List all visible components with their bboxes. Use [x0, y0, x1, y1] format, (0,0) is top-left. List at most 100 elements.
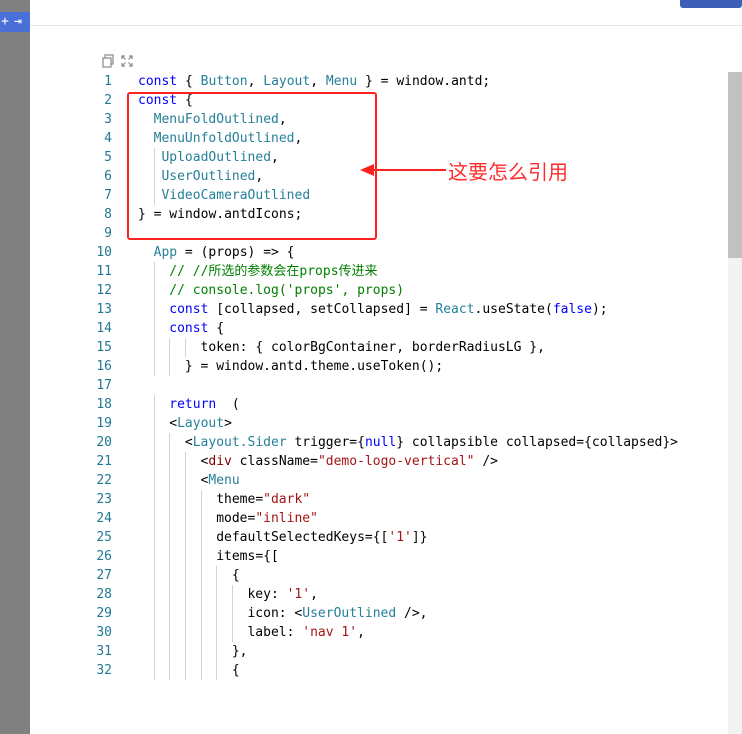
top-action-button[interactable]	[680, 0, 742, 8]
code-token: <	[184, 435, 193, 450]
indent-guide	[153, 414, 155, 433]
line-number: 7	[104, 188, 112, 203]
line-number: 17	[96, 378, 112, 393]
code-text: theme="dark"	[216, 490, 310, 509]
code-line: 18 return (	[82, 395, 722, 414]
indent-guide	[153, 281, 155, 300]
code-line: 31},	[82, 642, 722, 661]
line-number: 22	[96, 473, 112, 488]
highlight-box	[127, 92, 377, 240]
line-number: 14	[96, 321, 112, 336]
indent-guide	[216, 623, 218, 642]
code-token: Layout	[263, 74, 311, 89]
code-token: Layout	[177, 416, 225, 431]
code-token: />	[474, 454, 498, 469]
indent-guide	[169, 661, 171, 680]
indent-guide	[169, 357, 171, 376]
code-token: token: { colorBgContainer, borderRadiusL…	[200, 340, 545, 355]
code-token: = (props) => {	[177, 245, 295, 260]
code-token: />,	[396, 606, 428, 621]
code-line: 24 mode="inline"	[82, 509, 722, 528]
code-token: "demo-logo-vertical"	[317, 454, 475, 469]
code-line: 13 const [collapsed, setCollapsed] = Reac…	[82, 300, 722, 319]
code-token: {	[177, 74, 201, 89]
code-text: // //所选的参数会在props传进来	[169, 262, 377, 281]
code-line: 10 App = (props) => {	[82, 243, 722, 262]
code-text: key: '1',	[247, 585, 317, 604]
code-text: },	[232, 642, 248, 661]
indent-guide	[184, 585, 186, 604]
code-text: <Menu	[201, 471, 240, 490]
indent-guide	[169, 433, 171, 452]
code-token: items={[	[216, 549, 279, 564]
code-token: defaultSelectedKeys={[	[216, 530, 389, 545]
indent-guide	[200, 585, 202, 604]
code-token: } collapsible collapsed={collapsed}>	[396, 435, 679, 450]
code-text: icon: <UserOutlined />,	[247, 604, 427, 623]
indent-guide	[153, 452, 155, 471]
code-token: UserOutlined	[302, 606, 397, 621]
code-line: 1 const { Button, Layout, Menu } = window…	[82, 72, 722, 91]
indent-guide	[153, 509, 155, 528]
code-text: label: 'nav 1',	[247, 623, 364, 642]
code-line: 26 items={[	[82, 547, 722, 566]
indent-guide	[153, 338, 155, 357]
code-token: key:	[247, 587, 287, 602]
indent-guide	[184, 566, 186, 585]
code-text: <Layout.Sider trigger={null} collapsible…	[185, 433, 678, 452]
code-token: "dark"	[263, 492, 311, 507]
code-text: <Layout>	[169, 414, 232, 433]
code-token: Menu	[208, 473, 240, 488]
indent-guide	[169, 509, 171, 528]
code-text: defaultSelectedKeys={['1']}	[216, 528, 427, 547]
code-text: {	[232, 661, 240, 680]
code-token: } = window.antd;	[357, 74, 491, 89]
indent-guide	[153, 300, 155, 319]
indent-guide	[153, 433, 155, 452]
code-line: 25 defaultSelectedKeys={['1']}	[82, 528, 722, 547]
code-token: .useState(	[474, 302, 553, 317]
indent-guide	[153, 319, 155, 338]
indent-guide	[169, 585, 171, 604]
indent-guide	[169, 566, 171, 585]
line-number: 5	[104, 150, 112, 165]
code-line: 27 {	[82, 566, 722, 585]
line-number: 11	[96, 264, 112, 279]
line-number: 30	[96, 625, 112, 640]
indent-guide	[153, 604, 155, 623]
indent-guide	[231, 623, 233, 642]
plus-icon[interactable]: +	[1, 14, 9, 30]
line-number: 9	[104, 226, 112, 241]
indent-guide	[169, 490, 171, 509]
code-line: 20 <Layout.Sider trigger={null} collapsib…	[82, 433, 722, 452]
exit-icon[interactable]: ⇥	[14, 14, 22, 30]
indent-guide	[184, 642, 186, 661]
code-token: // //所选的参数会在props传进来	[169, 264, 378, 279]
indent-guide	[153, 262, 155, 281]
indent-guide	[169, 338, 171, 357]
indent-guide	[200, 642, 202, 661]
code-line: 21 <div className="demo-logo-vertical" />	[82, 452, 722, 471]
left-panel-tabs[interactable]: + ⇥	[0, 12, 30, 32]
code-token: Layout.Sider	[192, 435, 287, 450]
code-text: return (	[169, 395, 239, 414]
code-line: 22 <Menu	[82, 471, 722, 490]
indent-guide	[184, 338, 186, 357]
code-token: // console.log('props', props)	[169, 283, 405, 298]
line-number: 16	[96, 359, 112, 374]
code-token: className=	[231, 454, 318, 469]
indent-guide	[153, 395, 155, 414]
line-number: 32	[96, 663, 112, 678]
code-token: } = window.antd.theme.useToken();	[184, 359, 444, 374]
code-token: div	[208, 454, 232, 469]
code-line: 30 label: 'nav 1',	[82, 623, 722, 642]
indent-guide	[169, 471, 171, 490]
code-token: {	[231, 568, 240, 583]
copy-icon[interactable]	[101, 53, 115, 68]
code-token: Button	[200, 74, 248, 89]
code-token: '1'	[286, 587, 311, 602]
indent-guide	[184, 471, 186, 490]
scrollbar-thumb[interactable]	[728, 72, 742, 258]
code-token: App	[153, 245, 178, 260]
fullscreen-icon[interactable]	[120, 53, 134, 67]
